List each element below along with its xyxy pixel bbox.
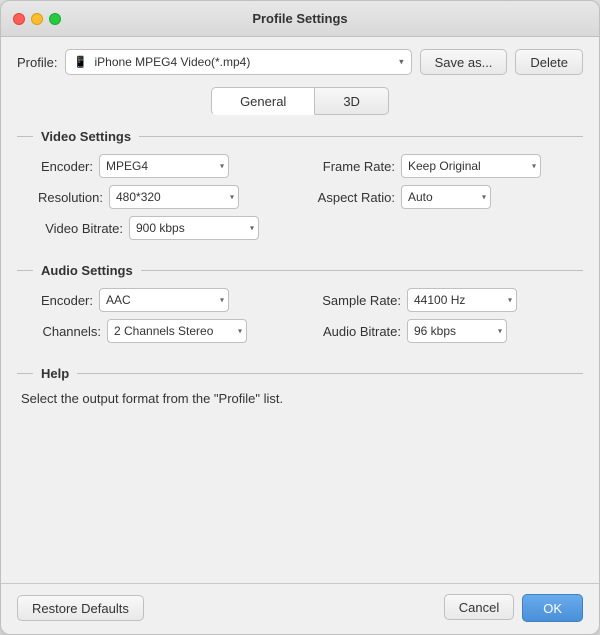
- help-section-line-left: [17, 373, 33, 374]
- video-bitrate-label: Video Bitrate:: [33, 221, 123, 236]
- audio-section-line-left: [17, 270, 33, 271]
- audio-section-header: Audio Settings: [17, 263, 583, 278]
- encoder-row: Encoder: MPEG4 ▾: [17, 154, 297, 178]
- bottom-right-buttons: Cancel OK: [444, 594, 583, 622]
- maximize-button[interactable]: [49, 13, 61, 25]
- title-bar: Profile Settings: [1, 1, 599, 37]
- video-row-1: Encoder: MPEG4 ▾ Frame Rate:: [17, 154, 583, 185]
- sample-rate-label: Sample Rate:: [313, 293, 401, 308]
- encoder-select[interactable]: MPEG4: [99, 154, 229, 178]
- channels-row: Channels: 2 Channels Stereo ▾: [17, 319, 297, 343]
- audio-settings-section: Audio Settings Encoder: AAC ▾: [17, 263, 583, 350]
- video-col-left-1: Encoder: MPEG4 ▾: [17, 154, 297, 185]
- channels-select[interactable]: 2 Channels Stereo: [107, 319, 247, 343]
- bottom-bar: Restore Defaults Cancel OK: [1, 583, 599, 634]
- video-settings-section: Video Settings Encoder: MPEG4 ▾: [17, 129, 583, 247]
- profile-label: Profile:: [17, 55, 57, 70]
- audio-col-right-2: Audio Bitrate: 96 kbps ▾: [297, 319, 583, 350]
- tab-general[interactable]: General: [211, 87, 315, 115]
- tab-3d[interactable]: 3D: [315, 87, 389, 115]
- save-as-button[interactable]: Save as...: [420, 49, 508, 75]
- sample-rate-select[interactable]: 44100 Hz: [407, 288, 517, 312]
- section-line-right: [139, 136, 583, 137]
- video-section-header: Video Settings: [17, 129, 583, 144]
- profile-select[interactable]: iPhone MPEG4 Video(*.mp4): [65, 49, 411, 75]
- aspect-ratio-select[interactable]: Auto: [401, 185, 491, 209]
- resolution-select[interactable]: 480*320: [109, 185, 239, 209]
- audio-bitrate-select-wrapper: 96 kbps ▾: [407, 319, 507, 343]
- video-bitrate-select-wrapper: 900 kbps ▾: [129, 216, 259, 240]
- frame-rate-select[interactable]: Keep Original: [401, 154, 541, 178]
- audio-encoder-select-wrapper: AAC ▾: [99, 288, 229, 312]
- delete-button[interactable]: Delete: [515, 49, 583, 75]
- video-bitrate-row: Video Bitrate: 900 kbps ▾: [17, 216, 583, 240]
- video-row-2: Resolution: 480*320 ▾ Aspect Ratio:: [17, 185, 583, 216]
- aspect-ratio-label: Aspect Ratio:: [313, 190, 395, 205]
- profile-select-wrapper: 📱 iPhone MPEG4 Video(*.mp4) ▾: [65, 49, 411, 75]
- audio-row-2: Channels: 2 Channels Stereo ▾ Audio Bitr…: [17, 319, 583, 350]
- resolution-select-wrapper: 480*320 ▾: [109, 185, 239, 209]
- audio-col-left-2: Channels: 2 Channels Stereo ▾: [17, 319, 297, 350]
- audio-encoder-select[interactable]: AAC: [99, 288, 229, 312]
- tabs-row: General 3D: [17, 87, 583, 115]
- frame-rate-label: Frame Rate:: [313, 159, 395, 174]
- cancel-button[interactable]: Cancel: [444, 594, 514, 620]
- ok-button[interactable]: OK: [522, 594, 583, 622]
- video-col-right-2: Aspect Ratio: Auto ▾: [297, 185, 583, 216]
- close-button[interactable]: [13, 13, 25, 25]
- channels-select-wrapper: 2 Channels Stereo ▾: [107, 319, 247, 343]
- frame-rate-row: Frame Rate: Keep Original ▾: [297, 154, 583, 178]
- help-section: Help Select the output format from the "…: [17, 366, 583, 406]
- help-text: Select the output format from the "Profi…: [17, 391, 583, 406]
- audio-col-right-1: Sample Rate: 44100 Hz ▾: [297, 288, 583, 319]
- resolution-row: Resolution: 480*320 ▾: [17, 185, 297, 209]
- sample-rate-row: Sample Rate: 44100 Hz ▾: [297, 288, 583, 312]
- aspect-ratio-row: Aspect Ratio: Auto ▾: [297, 185, 583, 209]
- audio-settings-title: Audio Settings: [41, 263, 133, 278]
- resolution-label: Resolution:: [33, 190, 103, 205]
- channels-label: Channels:: [33, 324, 101, 339]
- restore-defaults-button[interactable]: Restore Defaults: [17, 595, 144, 621]
- audio-bitrate-label: Audio Bitrate:: [313, 324, 401, 339]
- traffic-lights: [13, 13, 61, 25]
- video-col-right-1: Frame Rate: Keep Original ▾: [297, 154, 583, 185]
- aspect-ratio-select-wrapper: Auto ▾: [401, 185, 491, 209]
- section-line-left: [17, 136, 33, 137]
- minimize-button[interactable]: [31, 13, 43, 25]
- audio-section-line-right: [141, 270, 583, 271]
- audio-row-1: Encoder: AAC ▾ Sample Rate:: [17, 288, 583, 319]
- sample-rate-select-wrapper: 44100 Hz ▾: [407, 288, 517, 312]
- help-section-header: Help: [17, 366, 583, 381]
- audio-bitrate-row: Audio Bitrate: 96 kbps ▾: [297, 319, 583, 343]
- audio-encoder-label: Encoder:: [33, 293, 93, 308]
- profile-settings-window: Profile Settings Profile: 📱 iPhone MPEG4…: [0, 0, 600, 635]
- audio-encoder-row: Encoder: AAC ▾: [17, 288, 297, 312]
- help-title: Help: [41, 366, 69, 381]
- window-title: Profile Settings: [252, 11, 347, 26]
- encoder-select-wrapper: MPEG4 ▾: [99, 154, 229, 178]
- video-col-left-2: Resolution: 480*320 ▾: [17, 185, 297, 216]
- video-settings-title: Video Settings: [41, 129, 131, 144]
- audio-bitrate-select[interactable]: 96 kbps: [407, 319, 507, 343]
- encoder-label: Encoder:: [33, 159, 93, 174]
- video-bitrate-select[interactable]: 900 kbps: [129, 216, 259, 240]
- help-section-line-right: [77, 373, 583, 374]
- audio-col-left-1: Encoder: AAC ▾: [17, 288, 297, 319]
- main-content: Profile: 📱 iPhone MPEG4 Video(*.mp4) ▾ S…: [1, 37, 599, 583]
- frame-rate-select-wrapper: Keep Original ▾: [401, 154, 541, 178]
- profile-row: Profile: 📱 iPhone MPEG4 Video(*.mp4) ▾ S…: [17, 49, 583, 75]
- phone-icon: 📱: [73, 56, 87, 69]
